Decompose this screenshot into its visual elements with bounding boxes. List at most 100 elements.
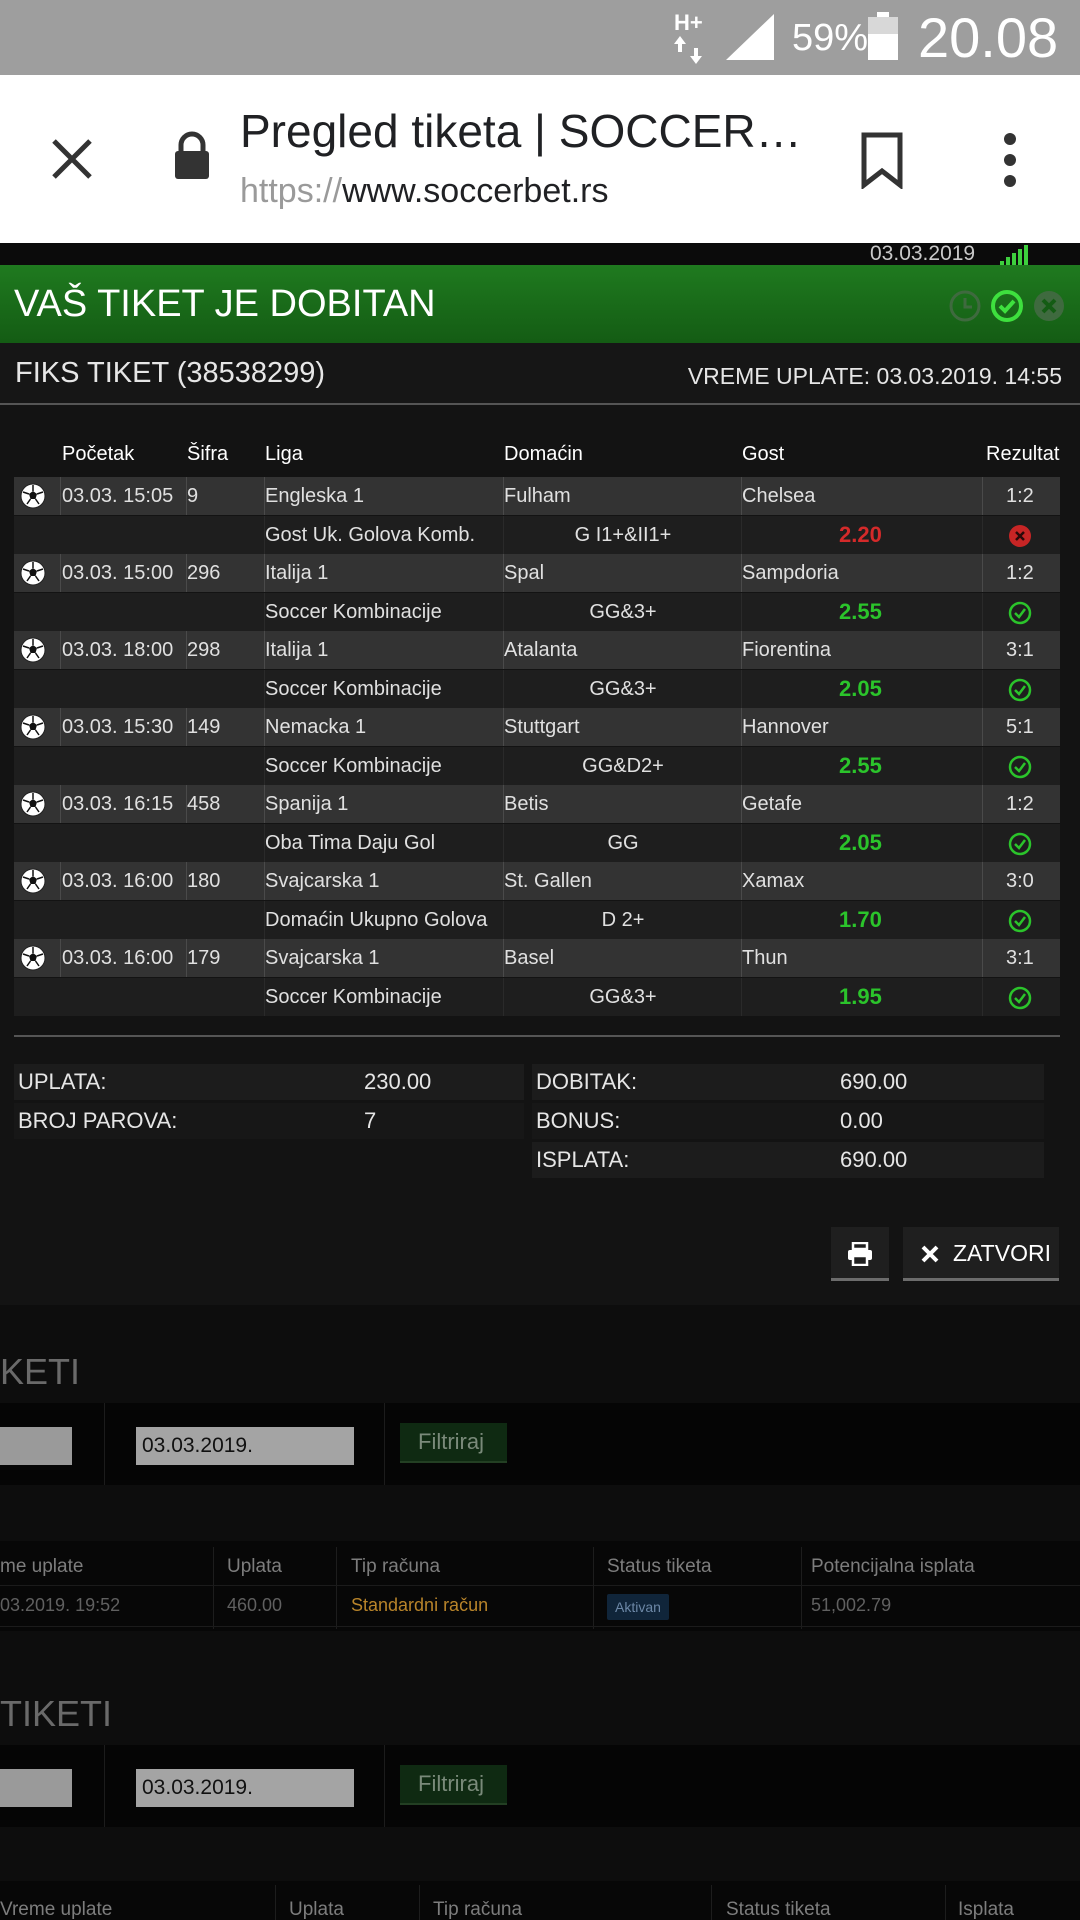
section-title: KETI — [0, 1351, 81, 1392]
row-payout: 51,002.79 — [811, 1595, 892, 1615]
col-result: Rezultat — [986, 443, 1060, 465]
date-to-input[interactable]: 03.03.2019. — [136, 1427, 354, 1465]
soccer-ball-icon — [20, 637, 46, 663]
match-row: 03.03. 15:30 149 Nemacka 1 Stuttgart Hannove… — [14, 708, 1060, 746]
won-check-icon — [1008, 678, 1032, 702]
match-start: 03.03. 18:00 — [62, 639, 174, 661]
summary-divider — [14, 1035, 1060, 1037]
match-start: 03.03. 16:00 — [62, 870, 174, 892]
top-date: 03.03.2019 — [870, 242, 976, 265]
match-league: Nemacka 1 — [265, 716, 367, 738]
row-account[interactable]: Standardni račun — [351, 1592, 488, 1618]
bet-pick: GG&3+ — [589, 986, 657, 1008]
print-button[interactable] — [831, 1227, 889, 1281]
ticket-name: FIKS TIKET (38538299) — [15, 357, 326, 389]
filter-bar: 03.03.2019. Filtriraj — [0, 1403, 1080, 1485]
match-away: Chelsea — [742, 485, 816, 507]
bet-pick: GG&3+ — [589, 601, 657, 623]
check-status-icon — [991, 290, 1023, 322]
cell-divider — [60, 939, 61, 977]
won-check-icon — [1008, 755, 1032, 779]
match-row: 03.03. 15:00 296 Italija 1 Spal Sampdoria 1:2 — [14, 554, 1060, 592]
cell-divider — [60, 785, 61, 823]
won-check-icon — [1008, 986, 1032, 1010]
network-type: H+ — [674, 10, 703, 35]
table-divider — [711, 1885, 712, 1920]
table-divider — [336, 1547, 337, 1629]
cell-divider — [60, 477, 61, 515]
won-check-icon — [1008, 832, 1032, 856]
soccer-ball-icon — [20, 483, 46, 509]
cell-divider — [60, 708, 61, 746]
match-row: 03.03. 16:15 458 Spanija 1 Betis Getafe 1:2 — [14, 785, 1060, 823]
date-to-input[interactable]: 03.03.2019. — [136, 1769, 354, 1807]
match-away: Xamax — [742, 870, 805, 892]
filter-button[interactable]: Filtriraj — [400, 1423, 507, 1463]
match-league: Spanija 1 — [265, 793, 349, 815]
match-result: 1:2 — [1006, 793, 1034, 815]
ticket-status-header: VAŠ TIKET JE DOBITAN — [0, 265, 1080, 343]
bookmark-icon[interactable] — [860, 131, 904, 189]
match-league: Svajcarska 1 — [265, 947, 380, 969]
date-from-input[interactable] — [0, 1769, 72, 1807]
cell-divider — [982, 901, 983, 939]
col-away: Gost — [742, 443, 785, 465]
filter-divider — [384, 1403, 385, 1485]
cell-divider — [982, 785, 983, 823]
bet-odd: 2.55 — [839, 599, 882, 624]
bet-type: Soccer Kombinacije — [265, 986, 442, 1008]
match-row: 03.03. 16:00 179 Svajcarska 1 Basel Thun 3:1 — [14, 939, 1060, 977]
close-ticket-button[interactable]: ZATVORI — [903, 1227, 1059, 1281]
row-stake: 460.00 — [227, 1595, 283, 1615]
bet-type: Soccer Kombinacije — [265, 678, 442, 700]
tickets-table — [0, 1881, 1080, 1920]
match-code: 149 — [187, 716, 221, 738]
payout-value: 690.00 — [840, 1147, 908, 1172]
cell-divider — [982, 708, 983, 746]
match-home: Spal — [504, 562, 545, 584]
filter-button[interactable]: Filtriraj — [400, 1765, 507, 1805]
win-label: DOBITAK: — [536, 1069, 638, 1094]
bet-pick: D 2+ — [601, 909, 645, 931]
match-start: 03.03. 16:15 — [62, 793, 174, 815]
soccer-ball-icon — [20, 945, 46, 971]
cell-divider — [60, 554, 61, 592]
match-home: Atalanta — [504, 639, 578, 661]
filter-bar: 03.03.2019. Filtriraj — [0, 1745, 1080, 1827]
col-home: Domaćin — [504, 443, 583, 465]
url-text[interactable]: https://www.soccerbet.rs — [240, 169, 608, 213]
bet-row: Gost Uk. Golova Komb. G I1+&II1+ 2.20 — [14, 516, 1060, 554]
table-divider — [593, 1547, 594, 1629]
table-divider — [419, 1885, 420, 1920]
filter-divider — [104, 1745, 105, 1827]
close-icon[interactable] — [44, 131, 100, 187]
match-result: 1:2 — [1006, 562, 1034, 584]
ticket-body: Početak Šifra Liga Domaćin Gost Rezultat… — [0, 405, 1080, 1305]
cell-divider — [982, 477, 983, 515]
cell-divider — [982, 631, 983, 669]
match-row: 03.03. 15:05 9 Engleska 1 Fulham Chelsea 1:2 — [14, 477, 1060, 515]
match-start: 03.03. 16:00 — [62, 947, 174, 969]
bet-odd: 2.05 — [839, 830, 882, 855]
match-league: Engleska 1 — [265, 485, 364, 507]
date-from-input[interactable] — [0, 1427, 72, 1465]
bet-odd: 2.20 — [839, 522, 882, 547]
stake-label: UPLATA: — [18, 1069, 107, 1094]
url-host: www.soccerbet.rs — [342, 172, 609, 210]
section-title: TIKETI — [0, 1693, 113, 1734]
cell-divider — [982, 554, 983, 592]
table-divider — [801, 1547, 802, 1629]
soccer-ball-icon — [20, 560, 46, 586]
ticket-status-title: VAŠ TIKET JE DOBITAN — [14, 283, 436, 325]
table2-header-stake: Uplata — [289, 1899, 344, 1920]
table-divider — [213, 1547, 214, 1629]
bonus-label: BONUS: — [536, 1108, 621, 1133]
col-start: Početak — [62, 443, 135, 465]
bet-type: Soccer Kombinacije — [265, 601, 442, 623]
payout-label: ISPLATA: — [536, 1147, 630, 1172]
more-options-icon[interactable] — [996, 131, 1024, 189]
bet-row: Soccer Kombinacije GG&D2+ 2.55 — [14, 747, 1060, 785]
match-result: 3:0 — [1006, 870, 1034, 892]
ticket-table-header: Početak Šifra Liga Domaćin Gost Rezultat — [14, 435, 1060, 475]
bet-type: Soccer Kombinacije — [265, 755, 442, 777]
